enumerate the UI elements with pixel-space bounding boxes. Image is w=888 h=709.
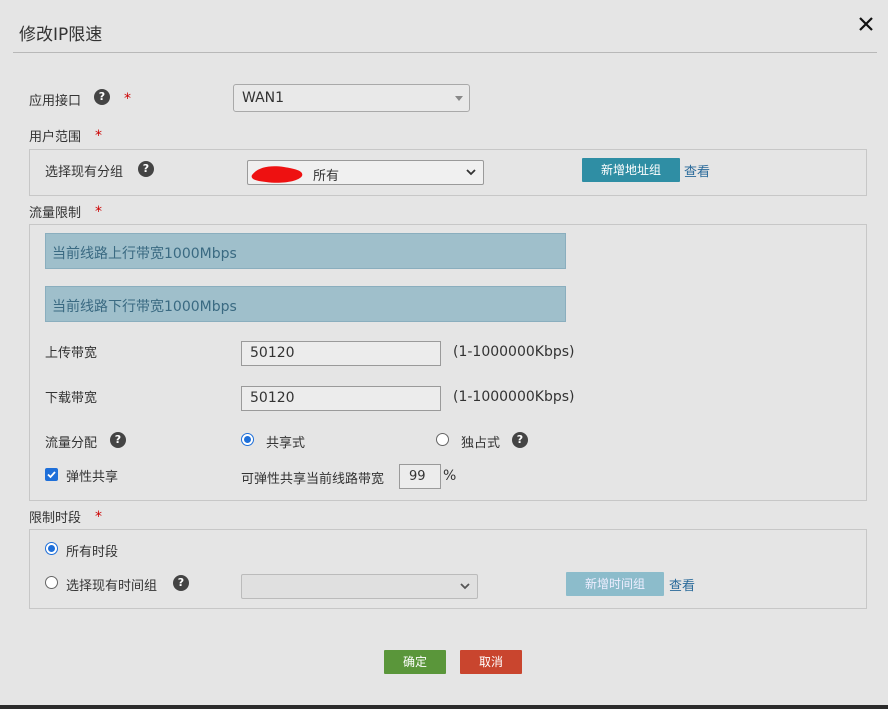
view-group-link[interactable]: 查看 — [684, 161, 710, 180]
chevron-down-icon — [459, 579, 471, 593]
elastic-share-label: 弹性共享 — [66, 470, 119, 485]
required-mark: * — [124, 91, 131, 107]
dialog-title: 修改IP限速 — [19, 25, 103, 45]
elastic-share-desc: 可弹性共享当前线路带宽 — [241, 472, 385, 487]
help-icon[interactable]: ? — [110, 432, 126, 448]
downlink-bandwidth-info: 当前线路下行带宽1000Mbps — [45, 286, 566, 322]
add-address-group-button[interactable]: 新增地址组 — [582, 158, 680, 182]
interface-select[interactable]: WAN1 — [233, 84, 470, 112]
time-group-radio[interactable] — [45, 576, 58, 589]
group-label: 选择现有分组 — [45, 165, 124, 180]
help-icon[interactable]: ? — [173, 575, 189, 591]
exclusive-radio[interactable] — [436, 433, 449, 446]
caret-down-icon — [455, 96, 463, 101]
required-mark: * — [95, 128, 102, 144]
view-time-group-link[interactable]: 查看 — [669, 575, 695, 594]
ok-button[interactable]: 确定 — [384, 650, 446, 674]
download-range-hint: (1-1000000Kbps) — [453, 389, 575, 405]
upload-bandwidth-label: 上传带宽 — [45, 346, 98, 361]
allocation-label: 流量分配 — [45, 436, 98, 451]
upload-range-hint: (1-1000000Kbps) — [453, 344, 575, 360]
redaction-mark — [251, 166, 303, 183]
user-scope-label: 用户范围 — [29, 130, 82, 145]
traffic-limit-label: 流量限制 — [29, 206, 82, 221]
help-icon[interactable]: ? — [512, 432, 528, 448]
cancel-button[interactable]: 取消 — [460, 650, 522, 674]
elastic-share-percent-input[interactable]: 99 — [399, 464, 441, 489]
shared-radio[interactable] — [241, 433, 254, 446]
percent-unit: % — [443, 468, 457, 484]
title-divider — [13, 52, 877, 53]
interface-select-value: WAN1 — [242, 90, 285, 106]
time-limit-label: 限制时段 — [29, 511, 82, 526]
window-bottom-edge — [0, 705, 888, 709]
help-icon[interactable]: ? — [94, 89, 110, 105]
shared-radio-label: 共享式 — [266, 436, 306, 451]
exclusive-radio-label: 独占式 — [461, 436, 501, 451]
add-time-group-button[interactable]: 新增时间组 — [566, 572, 664, 596]
time-group-select[interactable] — [241, 574, 478, 599]
group-select-value: 所有 — [313, 169, 340, 184]
download-bandwidth-input[interactable]: 50120 — [241, 386, 441, 411]
elastic-share-checkbox[interactable] — [45, 468, 58, 481]
required-mark: * — [95, 509, 102, 525]
all-time-label: 所有时段 — [66, 545, 119, 560]
close-icon[interactable] — [856, 14, 876, 34]
edit-ip-rate-limit-dialog: 修改IP限速 应用接口 ? * WAN1 用户范围 * 选择现有分组 ? 所有 … — [0, 0, 888, 705]
interface-label: 应用接口 — [29, 94, 82, 109]
download-bandwidth-label: 下载带宽 — [45, 391, 98, 406]
time-group-label: 选择现有时间组 — [66, 579, 158, 594]
required-mark: * — [95, 204, 102, 220]
uplink-bandwidth-info: 当前线路上行带宽1000Mbps — [45, 233, 566, 269]
chevron-down-icon — [465, 165, 477, 179]
help-icon[interactable]: ? — [138, 161, 154, 177]
all-time-radio[interactable] — [45, 542, 58, 555]
upload-bandwidth-input[interactable]: 50120 — [241, 341, 441, 366]
